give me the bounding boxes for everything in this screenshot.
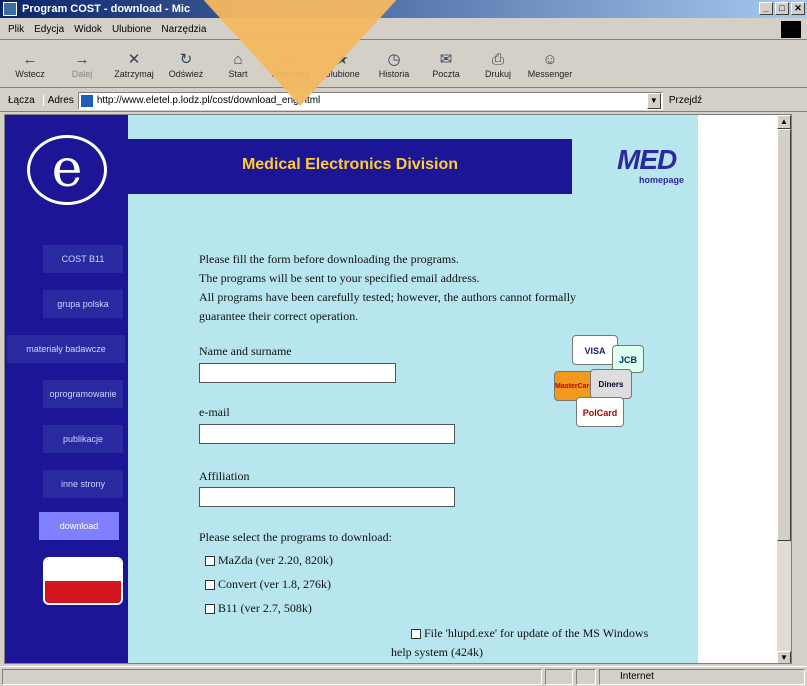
- med-logo: MED: [617, 144, 677, 175]
- intro-line: Please fill the form before downloading …: [199, 252, 459, 266]
- checkbox-icon[interactable]: [411, 628, 421, 639]
- polish-flag-icon[interactable]: [43, 557, 123, 605]
- status-text-cell: [2, 669, 542, 685]
- back-arrow-icon: ←: [22, 51, 38, 68]
- sidebar-item-grupa-polska[interactable]: grupa polska: [43, 290, 123, 318]
- menu-favorites[interactable]: Ulubione: [112, 24, 151, 35]
- ie-app-icon: [3, 2, 17, 16]
- checkbox-icon[interactable]: [205, 579, 215, 590]
- select-programs-label: Please select the programs to download:: [199, 530, 392, 544]
- pointer-overlay-icon: [200, 0, 400, 106]
- stop-icon: ✕: [127, 51, 141, 68]
- stop-button[interactable]: ✕ Zatrzymaj: [108, 42, 160, 88]
- menu-edit[interactable]: Edycja: [34, 24, 64, 35]
- menu-file[interactable]: Plik: [8, 24, 24, 35]
- program-checkbox-hlupd[interactable]: File 'hlupd.exe' for update of the MS Wi…: [411, 626, 648, 641]
- internet-zone-label: Internet: [620, 671, 654, 682]
- eletel-logo: e: [27, 135, 107, 205]
- program-checkbox-b11[interactable]: B11 (ver 2.7, 508k): [205, 601, 312, 616]
- sidebar-item-download[interactable]: download: [39, 512, 119, 540]
- email-input[interactable]: [199, 424, 455, 444]
- close-button[interactable]: ✕: [791, 2, 805, 15]
- menu-view[interactable]: Widok: [74, 24, 102, 35]
- back-button[interactable]: ← Wstecz: [4, 42, 56, 88]
- intro-line: The programs will be sent to your specif…: [199, 271, 480, 285]
- payment-cards-image: VISA JCB MasterCard Diners PolCard: [554, 335, 654, 445]
- print-icon: ⎙: [491, 51, 504, 68]
- sidebar-item-inne-strony[interactable]: inne strony: [43, 470, 123, 498]
- forward-button[interactable]: → Dalej: [56, 42, 108, 88]
- print-button[interactable]: ⎙ Drukuj: [472, 42, 524, 88]
- checkbox-icon[interactable]: [205, 555, 215, 566]
- scroll-down-icon[interactable]: ▼: [777, 651, 791, 663]
- refresh-icon: ↻: [179, 51, 193, 68]
- hlupd-description: help system (424k): [391, 645, 483, 659]
- sidebar-item-oprogramowanie[interactable]: oprogramowanie: [43, 380, 123, 408]
- name-input[interactable]: [199, 363, 396, 383]
- toolbar: ← Wstecz → Dalej ✕ Zatrzymaj ↻ Odśwież ⌂ Star…: [0, 42, 807, 88]
- intro-line: All programs have been carefully tested;…: [199, 290, 577, 304]
- mail-button[interactable]: ✉ Poczta: [420, 42, 472, 88]
- intro-line: guarantee their correct operation.: [199, 309, 359, 323]
- program-checkbox-convert[interactable]: Convert (ver 1.8, 276k): [205, 577, 331, 592]
- minimize-button[interactable]: _: [759, 2, 773, 15]
- address-label: Adres: [42, 95, 78, 106]
- status-cell: [545, 669, 573, 685]
- banner-title: Medical Electronics Division: [241, 156, 459, 173]
- banner: Medical Electronics Division: [128, 139, 572, 194]
- diners-card: Diners: [590, 369, 632, 399]
- links-label[interactable]: Łącza: [0, 95, 43, 106]
- scroll-thumb[interactable]: [777, 129, 791, 541]
- sidebar-item-publikacje[interactable]: publikacje: [43, 425, 123, 453]
- med-homepage-link[interactable]: MED homepage: [617, 145, 687, 189]
- polcard-card: PolCard: [576, 397, 624, 427]
- browser-window: Program COST - download - Mic _ □ ✕ Plik…: [0, 0, 807, 686]
- page-icon: [80, 94, 93, 107]
- mail-icon: ✉: [439, 51, 453, 68]
- status-bar: Internet: [0, 666, 807, 686]
- status-cell: [576, 669, 596, 685]
- right-margin: [698, 115, 783, 663]
- page-viewport: e COST B11 grupa polska materiały badawc…: [4, 114, 792, 664]
- window-title: Program COST - download - Mic: [22, 3, 191, 15]
- email-label: e-mail: [199, 405, 230, 419]
- messenger-button[interactable]: ☺ Messenger: [524, 42, 576, 88]
- forward-arrow-icon: →: [74, 51, 90, 68]
- form-intro: Please fill the form before downloading …: [199, 250, 576, 326]
- maximize-button[interactable]: □: [775, 2, 789, 15]
- address-bar: Łącza Adres http://www.eletel.p.lodz.pl/…: [0, 90, 807, 112]
- sidebar-item-materialy[interactable]: materiały badawcze: [7, 335, 125, 363]
- scroll-up-icon[interactable]: ▲: [777, 115, 791, 129]
- messenger-icon: ☺: [542, 51, 558, 68]
- sidebar: e COST B11 grupa polska materiały badawc…: [5, 115, 128, 663]
- zone-cell: Internet: [599, 669, 805, 685]
- menu-bar: Plik Edycja Widok Ulubione Narzędzia: [0, 20, 807, 40]
- vertical-scrollbar[interactable]: ▲ ▼: [777, 115, 791, 663]
- go-button[interactable]: Przejdź: [669, 95, 702, 106]
- address-dropdown-icon[interactable]: ▼: [646, 92, 661, 109]
- windows-logo-icon: [781, 21, 801, 38]
- program-checkbox-mazda[interactable]: MaZda (ver 2.20, 820k): [205, 553, 333, 568]
- med-homepage-label: homepage: [639, 175, 685, 185]
- affiliation-input[interactable]: [199, 487, 455, 507]
- affiliation-label: Affiliation: [199, 469, 250, 483]
- checkbox-icon[interactable]: [205, 603, 215, 614]
- title-bar: Program COST - download - Mic _ □ ✕: [0, 0, 807, 18]
- name-label: Name and surname: [199, 344, 292, 358]
- sidebar-item-cost-b11[interactable]: COST B11: [43, 245, 123, 273]
